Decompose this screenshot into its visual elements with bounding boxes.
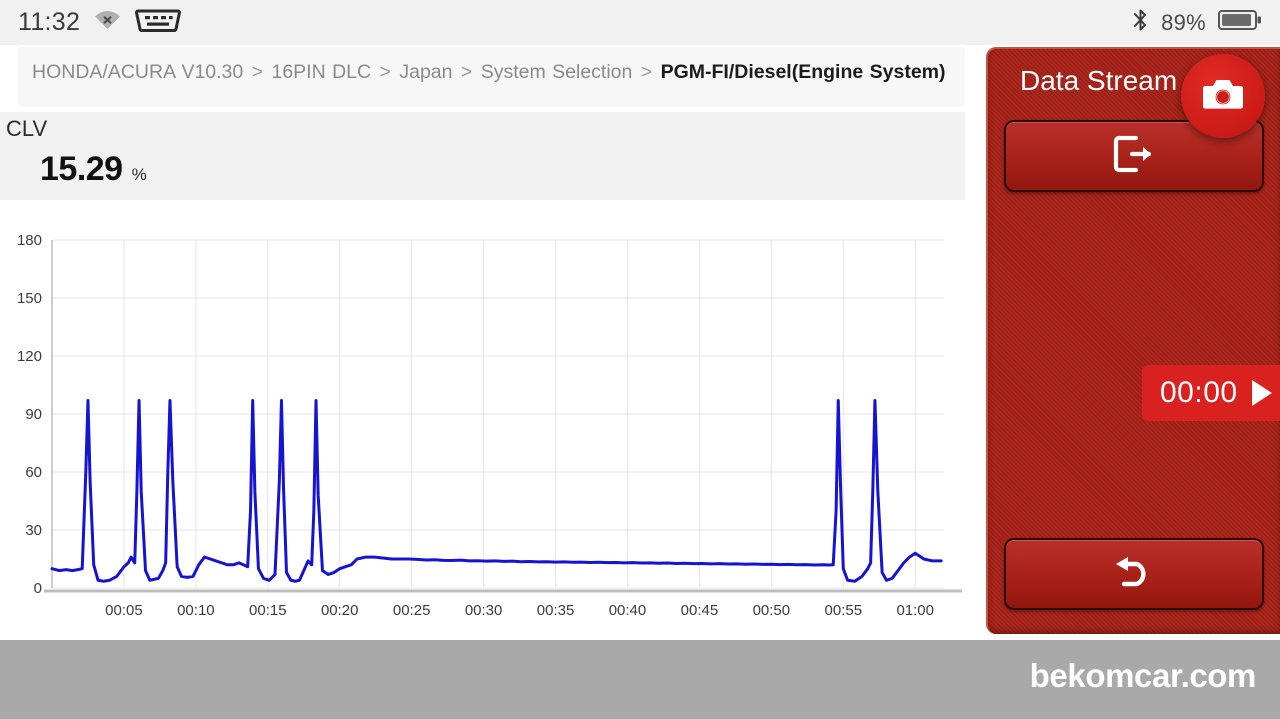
parameter-readout: CLV 15.29 % (0, 112, 965, 200)
chart-x-tick-label: 00:40 (609, 602, 647, 619)
status-bar: 11:32 89% (0, 0, 1280, 45)
chart-axes (44, 240, 962, 593)
chart-svg: 0306090120150180 00:05 00:10 00:15 00:20 00:… (17, 232, 962, 619)
status-bar-right: 89% (1132, 7, 1262, 38)
chart-y-tick-label: 180 (17, 232, 42, 249)
chart-x-tick-label: 00:05 (105, 602, 143, 619)
parameter-value-row: 15.29 % (40, 150, 147, 189)
breadcrumb[interactable]: HONDA/ACURA V10.30 > 16PIN DLC > Japan >… (32, 59, 951, 85)
chart-x-tick-label: 01:00 (896, 602, 934, 619)
chart-x-tick-label: 00:10 (177, 602, 215, 619)
status-time: 11:32 (18, 8, 81, 36)
chart-y-tick-label: 90 (25, 406, 42, 423)
battery-icon (1218, 9, 1262, 36)
breadcrumb-item-0[interactable]: HONDA/ACURA V10.30 (32, 61, 243, 83)
camera-icon (1202, 77, 1244, 116)
breadcrumb-current: PGM-FI/Diesel(Engine System) (660, 61, 946, 83)
breadcrumb-separator: > (640, 61, 653, 83)
chart-x-tick-label: 00:50 (753, 602, 791, 619)
breadcrumb-container: HONDA/ACURA V10.30 > 16PIN DLC > Japan >… (18, 47, 965, 107)
chart-y-axis-ticks: 0 30 60 90 120 150 180 (17, 232, 42, 597)
breadcrumb-item-2[interactable]: Japan (399, 61, 452, 83)
chart-x-tick-label: 00:30 (465, 602, 503, 619)
back-arrow-icon (1106, 552, 1162, 597)
watermark-label: bekomcar.com (1029, 657, 1257, 694)
chart-y-tick-label: 60 (25, 464, 42, 481)
breadcrumb-item-3[interactable]: System Selection (481, 61, 633, 83)
chart-x-tick-label: 00:25 (393, 602, 431, 619)
status-bar-left: 11:32 (18, 8, 182, 38)
breadcrumb-separator: > (251, 61, 264, 83)
chart-x-tick-label: 00:15 (249, 602, 287, 619)
breadcrumb-separator: > (460, 61, 473, 83)
camera-button[interactable] (1181, 54, 1265, 138)
chart-y-tick-label: 150 (17, 290, 42, 307)
chart-y-tick-label: 120 (17, 348, 42, 365)
chart-x-tick-label: 00:55 (825, 602, 863, 619)
app-root: 11:32 89% HONDA/ACURA V10.30 > 16PIN DLC… (0, 0, 1280, 719)
breadcrumb-item-1[interactable]: 16PIN DLC (271, 61, 371, 83)
chart-x-tick-label: 00:20 (321, 602, 359, 619)
timer-label: 00:00 (1160, 376, 1238, 409)
bluetooth-icon (1132, 7, 1149, 38)
chart-x-axis-ticks: 00:05 00:10 00:15 00:20 00:25 00:30 00:35 00:40… (105, 602, 934, 619)
recording-timer[interactable]: 00:00 (1142, 365, 1280, 421)
chart-y-tick-label: 0 (34, 580, 42, 597)
play-icon[interactable] (1251, 380, 1272, 406)
data-stream-chart[interactable]: 0 30 60 90 120 150 180 00:05 00:10 00:15 00:20 00:… (0, 200, 965, 645)
breadcrumb-separator: > (379, 61, 391, 83)
exit-icon (1112, 134, 1156, 179)
keyboard-icon (135, 8, 182, 38)
parameter-value: 15.29 (40, 150, 123, 188)
chart-x-tick-label: 00:35 (537, 602, 575, 619)
parameter-name-label: CLV (6, 116, 48, 141)
battery-percent-label: 89% (1161, 9, 1206, 35)
panel-title: Data Stream (1020, 65, 1178, 96)
parameter-unit: % (131, 165, 147, 184)
chart-series-line (50, 398, 943, 583)
chart-x-tick-label: 00:45 (681, 602, 719, 619)
back-button[interactable] (1004, 538, 1264, 610)
chart-gridlines (52, 239, 944, 589)
chart-y-tick-label: 30 (25, 522, 42, 539)
wifi-off-icon (94, 10, 121, 35)
footer-bar: bekomcar.com (0, 640, 1280, 719)
